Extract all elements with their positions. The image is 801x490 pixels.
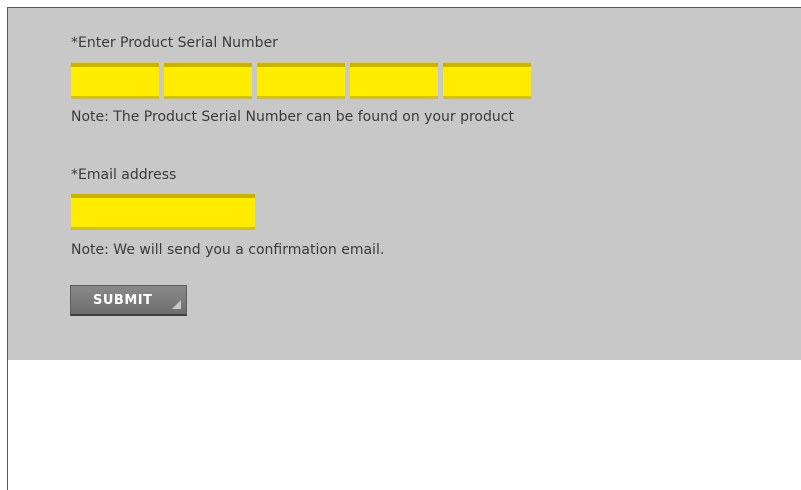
email-label: *Email address (71, 167, 177, 183)
serial-number-note: Note: The Product Serial Number can be f… (71, 109, 514, 125)
serial-field-2[interactable] (164, 63, 252, 99)
serial-number-fields (71, 63, 531, 99)
serial-field-3[interactable] (257, 63, 345, 99)
email-note: Note: We will send you a confirmation em… (71, 242, 385, 258)
serial-field-4[interactable] (350, 63, 438, 99)
serial-number-label: *Enter Product Serial Number (71, 35, 278, 51)
submit-button[interactable]: SUBMIT (70, 285, 187, 316)
serial-field-1[interactable] (71, 63, 159, 99)
page-frame: *Enter Product Serial Number Note: The P… (7, 7, 801, 490)
serial-field-5[interactable] (443, 63, 531, 99)
email-field[interactable] (71, 194, 255, 230)
corner-arrow-icon (172, 300, 181, 309)
submit-label: SUBMIT (93, 292, 153, 308)
registration-form: *Enter Product Serial Number Note: The P… (8, 8, 801, 360)
